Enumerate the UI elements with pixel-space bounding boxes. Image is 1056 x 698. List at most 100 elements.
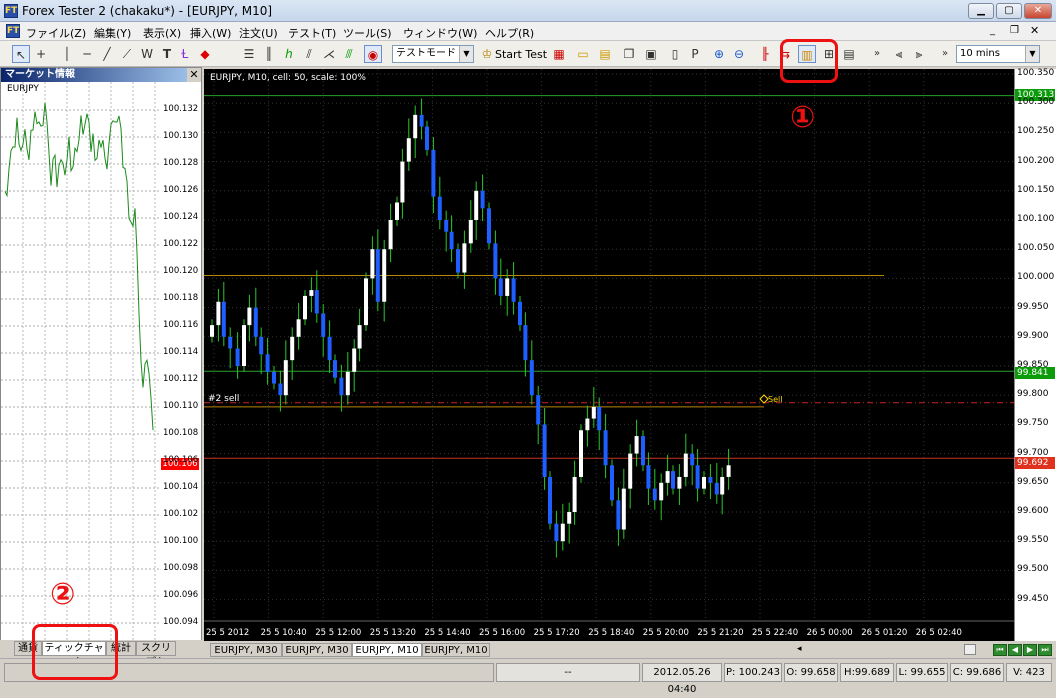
page-icon[interactable]: ▯ xyxy=(666,45,684,63)
tick-label: 100.100 xyxy=(163,536,199,546)
mdi-restore-icon[interactable]: ❐ xyxy=(1010,25,1019,36)
shapes-icon[interactable]: ◆ xyxy=(196,45,214,63)
minimize-button[interactable]: ▁ xyxy=(968,3,994,19)
candle-body xyxy=(449,231,454,250)
scroll-left-icon[interactable]: ◂ xyxy=(797,644,802,654)
zoom-out-icon[interactable]: ⊖ xyxy=(730,45,748,63)
candle-body xyxy=(616,500,621,530)
next-icon[interactable]: ▶ xyxy=(1023,644,1037,656)
candle-body xyxy=(690,453,695,466)
menu-test[interactable]: テスト(T) xyxy=(288,25,336,41)
candle-body xyxy=(480,190,485,209)
close-button[interactable]: ✕ xyxy=(1024,3,1052,19)
scroll-right-icon[interactable]: ⫸ xyxy=(910,45,928,63)
candle-body xyxy=(242,325,246,366)
candle-body xyxy=(283,360,288,396)
paste-icon[interactable]: ▣ xyxy=(642,45,660,63)
candlestick-plot xyxy=(204,69,1014,622)
menu-help[interactable]: ヘルプ(R) xyxy=(485,25,534,41)
price-label: 99.600 xyxy=(1017,506,1049,516)
toolbar-more-icon[interactable]: » xyxy=(868,45,886,63)
test-mode-select[interactable]: テストモード ▼ xyxy=(392,45,474,63)
menu-edit[interactable]: 編集(Y) xyxy=(94,25,131,41)
candle-body xyxy=(327,336,332,361)
tab-chart-1[interactable]: EURJPY, M30 xyxy=(210,643,282,657)
menu-tools[interactable]: ツール(S) xyxy=(343,25,392,41)
menu-order[interactable]: 注文(U) xyxy=(239,25,278,41)
maximize-button[interactable]: ▢ xyxy=(996,3,1022,19)
tick-label: 100.094 xyxy=(163,617,199,627)
magnet-icon[interactable]: ◉ xyxy=(364,45,382,63)
candle-body xyxy=(708,476,713,483)
first-icon[interactable]: ⏮ xyxy=(993,644,1007,656)
time-label: 25 5 12:00 xyxy=(315,628,362,638)
prev-icon[interactable]: ◀ xyxy=(1008,644,1022,656)
folder-open-icon[interactable]: ▤ xyxy=(596,45,614,63)
trend-line-icon[interactable]: ╱ xyxy=(98,45,116,63)
time-label: 26 5 00:00 xyxy=(806,628,853,638)
copy-icon[interactable]: ❐ xyxy=(620,45,638,63)
menu-window[interactable]: ウィンドウ(W) xyxy=(403,25,477,41)
candle-body xyxy=(567,512,572,524)
print-icon[interactable]: P xyxy=(686,45,704,63)
crosshair-icon[interactable]: + xyxy=(32,45,50,63)
close-icon[interactable]: ✕ xyxy=(187,68,201,82)
tick-label: 100.116 xyxy=(163,320,199,330)
price-label: 99.500 xyxy=(1017,564,1049,575)
candle-body xyxy=(720,476,725,495)
tab-chart-4[interactable]: EURJPY, M10 xyxy=(422,643,490,657)
last-icon[interactable]: ⏭ xyxy=(1038,644,1052,656)
report-icon[interactable]: ▦ xyxy=(550,45,568,63)
scroll-left-icon[interactable]: ⫷ xyxy=(890,45,908,63)
channel-icon[interactable]: ⫻ xyxy=(340,45,358,63)
cursor-icon[interactable]: ↖ xyxy=(12,45,30,63)
ray-icon[interactable]: ⟋ xyxy=(118,45,136,63)
pitchfork-icon[interactable]: ⋌ xyxy=(320,45,338,63)
tab-chart-2[interactable]: EURJPY, M30 xyxy=(282,643,352,657)
status-high: H:99.689 xyxy=(840,663,894,682)
scroll-thumb[interactable] xyxy=(964,644,976,655)
candle-body xyxy=(272,371,276,384)
vertical-line-icon[interactable]: │ xyxy=(58,45,76,63)
text-icon[interactable]: T xyxy=(158,45,176,63)
candle-body xyxy=(357,325,362,349)
candle-body xyxy=(290,336,295,361)
vlines-icon[interactable]: ║ xyxy=(260,45,278,63)
toolbar-more-icon-2[interactable]: » xyxy=(936,45,954,63)
menu-view[interactable]: 表示(X) xyxy=(143,25,181,41)
candle-body xyxy=(505,278,510,296)
mdi-close-icon[interactable]: ✕ xyxy=(1030,24,1039,37)
hlines-icon[interactable]: ☰ xyxy=(240,45,258,63)
folder-icon[interactable]: ▭ xyxy=(574,45,592,63)
start-test-button[interactable]: Start Test xyxy=(495,48,547,61)
timeframe-select[interactable]: 10 mins ▼ xyxy=(956,45,1040,63)
wave-icon[interactable]: W xyxy=(138,45,156,63)
test-mode-value: テストモード xyxy=(396,48,456,59)
candle-body xyxy=(585,418,590,431)
tick-symbol: EURJPY xyxy=(7,84,39,94)
candle-body xyxy=(228,336,233,349)
price-chart[interactable]: EURJPY, M10, cell: 50, scale: 100% #2 se… xyxy=(204,69,1014,641)
zoom-in-icon[interactable]: ⊕ xyxy=(710,45,728,63)
tab-chart-3[interactable]: EURJPY, M10 xyxy=(352,643,422,657)
doc-icon[interactable]: FT xyxy=(6,24,20,38)
mdi-minimize-icon[interactable]: _ xyxy=(990,25,995,36)
tick-label: 100.120 xyxy=(163,266,199,276)
fibo-icon[interactable]: ℎ xyxy=(280,45,298,63)
price-label: 99.950 xyxy=(1017,301,1049,312)
chart-bar-icon[interactable]: ╟ xyxy=(756,45,774,63)
tab-script[interactable]: スクリプト xyxy=(136,641,176,668)
status-open: O: 99.658 xyxy=(784,663,838,682)
gann-icon[interactable]: ⫽ xyxy=(300,45,318,63)
menu-file[interactable]: ファイル(Z) xyxy=(26,25,86,41)
time-label: 25 5 16:00 xyxy=(479,628,526,638)
menu-insert[interactable]: 挿入(W) xyxy=(190,25,231,41)
horizontal-line-icon[interactable]: ─ xyxy=(78,45,96,63)
candle-body xyxy=(413,114,418,139)
label-icon[interactable]: Ɫ xyxy=(176,45,194,63)
price-label: 99.750 xyxy=(1017,418,1049,429)
templates-icon[interactable]: ▤ xyxy=(840,45,858,63)
candle-body xyxy=(419,114,424,127)
candle-body xyxy=(333,360,337,378)
tick-label: 100.112 xyxy=(163,374,199,384)
